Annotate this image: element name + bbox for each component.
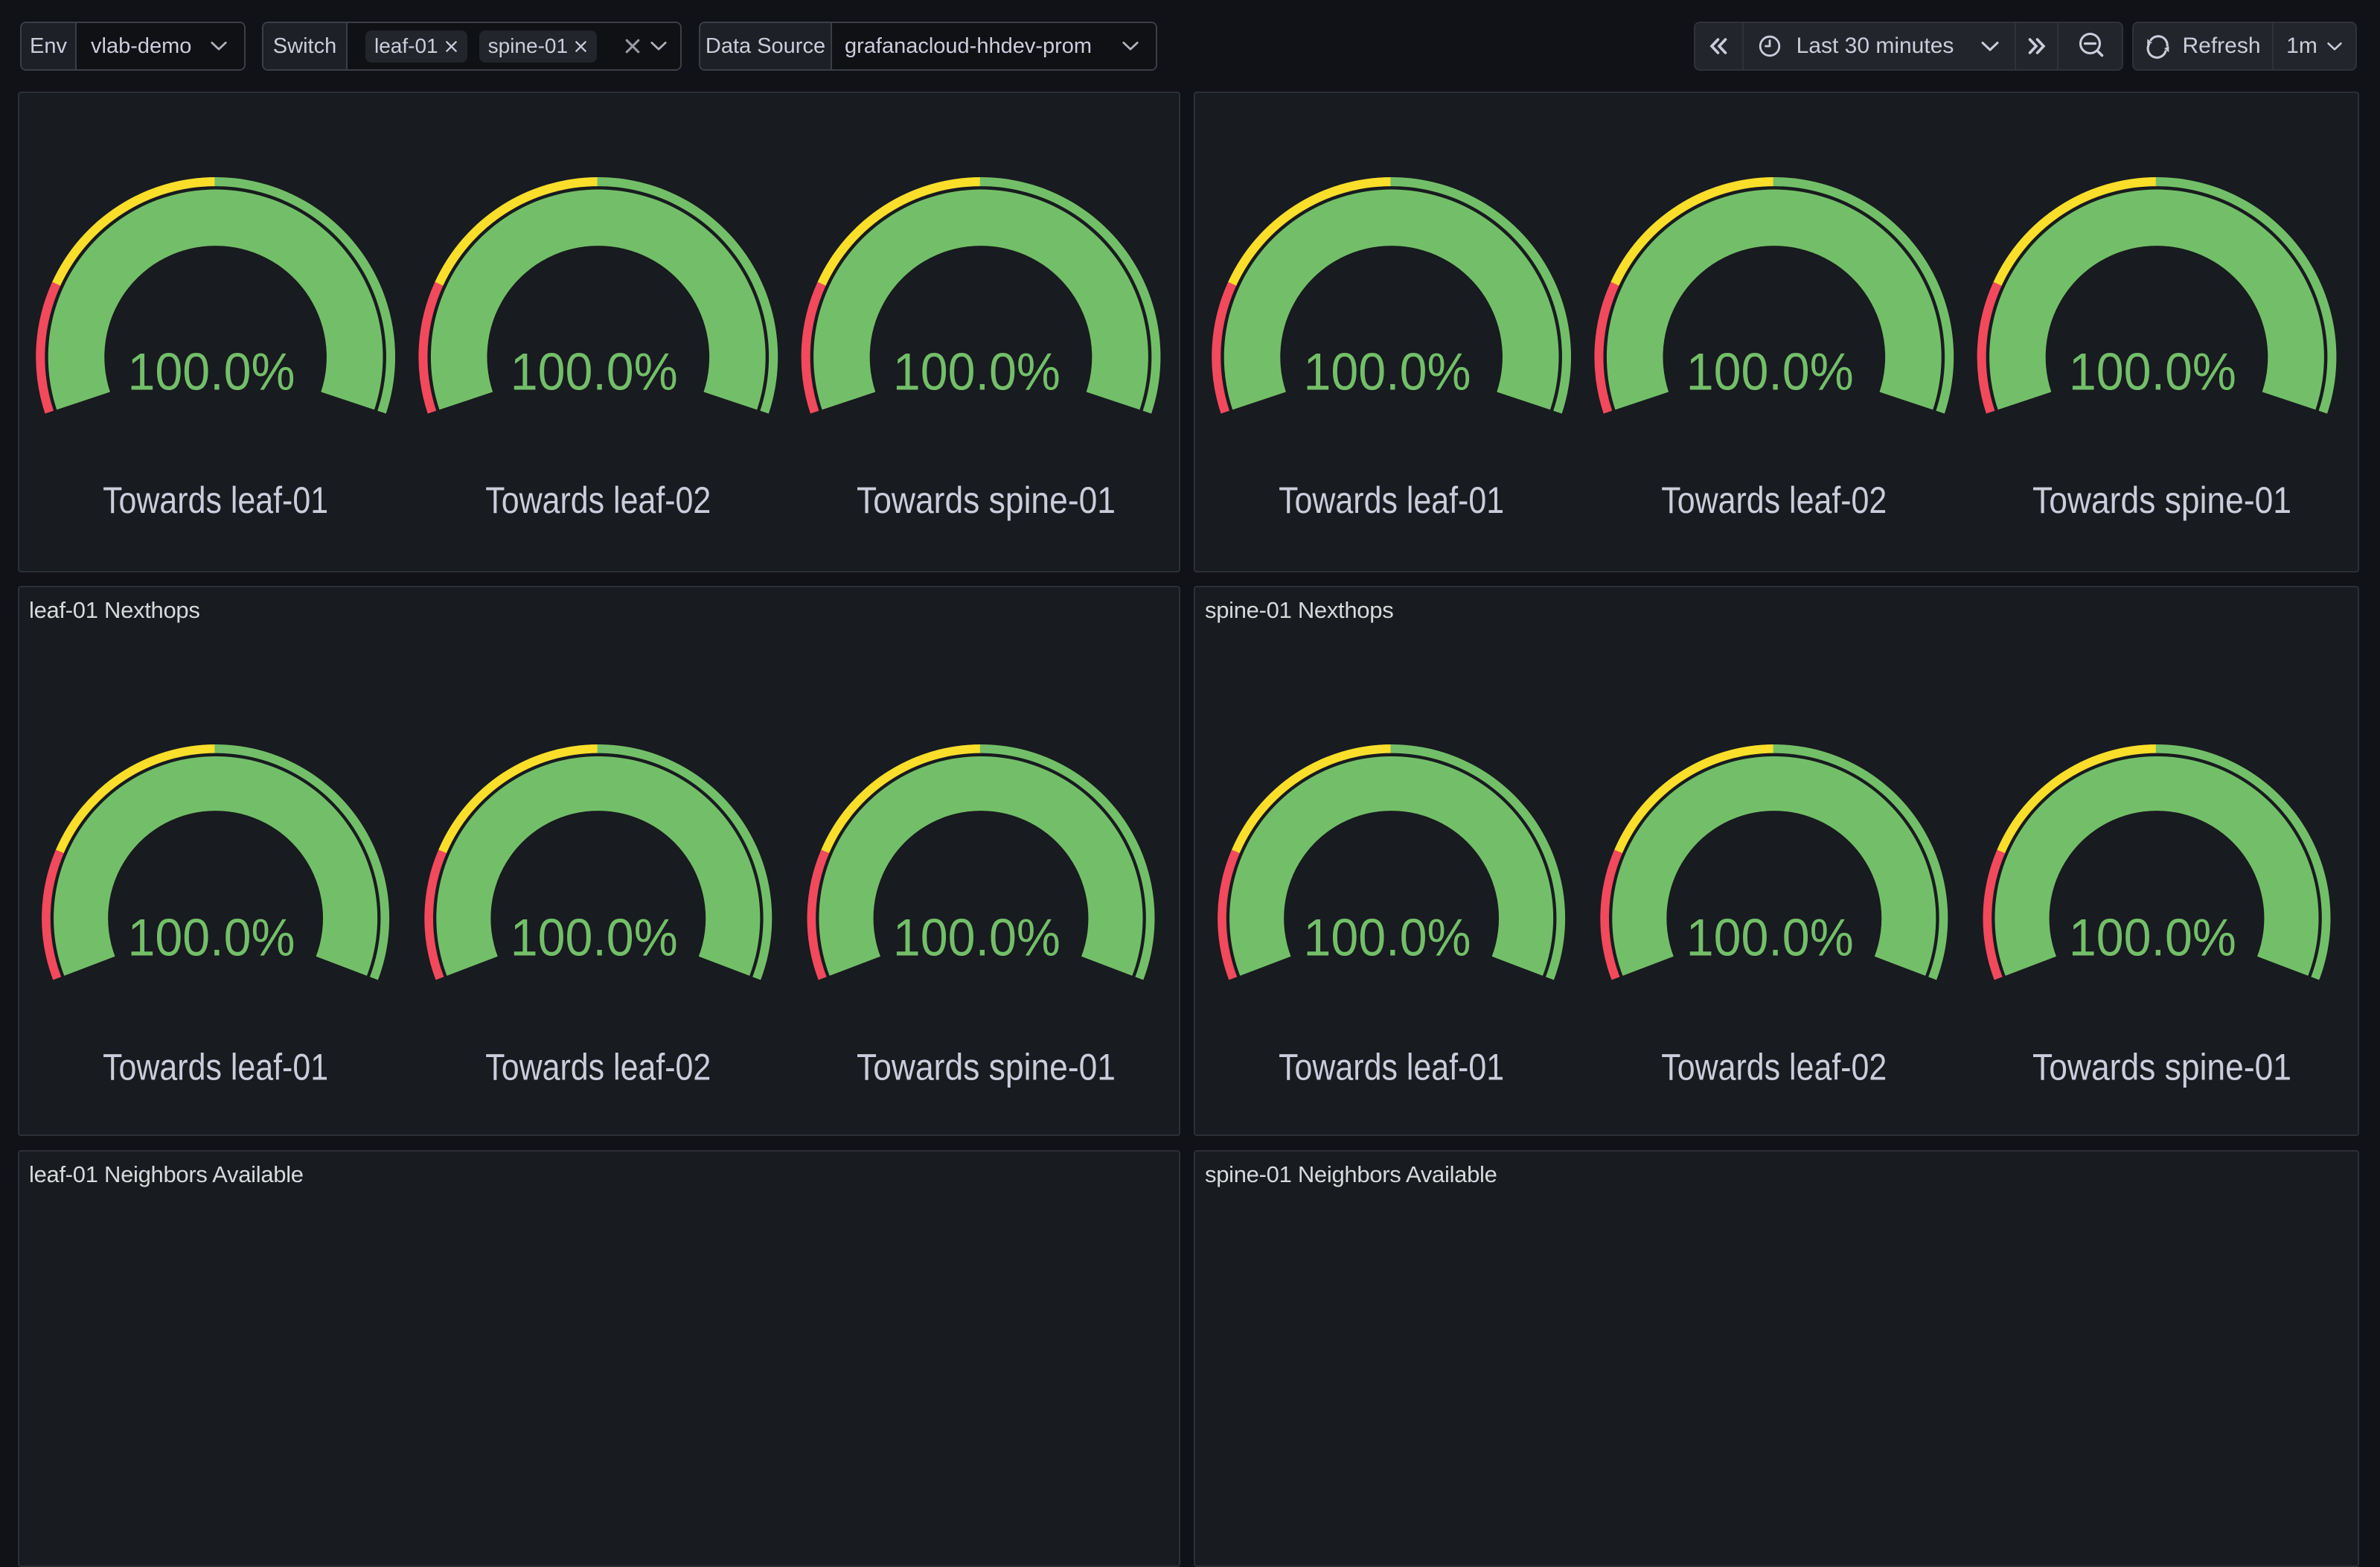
svg-text:Towards spine-01: Towards spine-01 [2032, 1047, 2291, 1088]
svg-text:100.0%: 100.0% [2069, 908, 2236, 967]
svg-text:100.0%: 100.0% [1686, 342, 1854, 401]
svg-text:Towards spine-01: Towards spine-01 [857, 1047, 1116, 1088]
svg-text:Towards leaf-01: Towards leaf-01 [1279, 479, 1504, 521]
svg-text:Towards leaf-01: Towards leaf-01 [1279, 1047, 1504, 1088]
svg-text:100.0%: 100.0% [511, 908, 678, 967]
svg-text:Towards leaf-02: Towards leaf-02 [485, 1047, 711, 1088]
svg-text:100.0%: 100.0% [128, 342, 295, 401]
svg-text:Towards leaf-01: Towards leaf-01 [103, 1047, 328, 1088]
svg-text:100.0%: 100.0% [1304, 908, 1471, 967]
svg-text:100.0%: 100.0% [1304, 342, 1471, 401]
svg-text:100.0%: 100.0% [511, 342, 678, 401]
svg-text:100.0%: 100.0% [2069, 342, 2236, 401]
svg-text:Towards leaf-01: Towards leaf-01 [103, 479, 328, 521]
svg-text:100.0%: 100.0% [1686, 908, 1854, 967]
svg-text:100.0%: 100.0% [128, 908, 295, 967]
svg-text:100.0%: 100.0% [893, 342, 1061, 401]
svg-text:Towards spine-01: Towards spine-01 [857, 479, 1116, 521]
svg-text:Towards leaf-02: Towards leaf-02 [1661, 479, 1887, 521]
svg-text:100.0%: 100.0% [893, 908, 1061, 967]
svg-text:Towards leaf-02: Towards leaf-02 [1661, 1047, 1887, 1088]
svg-text:Towards spine-01: Towards spine-01 [2032, 479, 2291, 521]
svg-text:Towards leaf-02: Towards leaf-02 [485, 479, 711, 521]
